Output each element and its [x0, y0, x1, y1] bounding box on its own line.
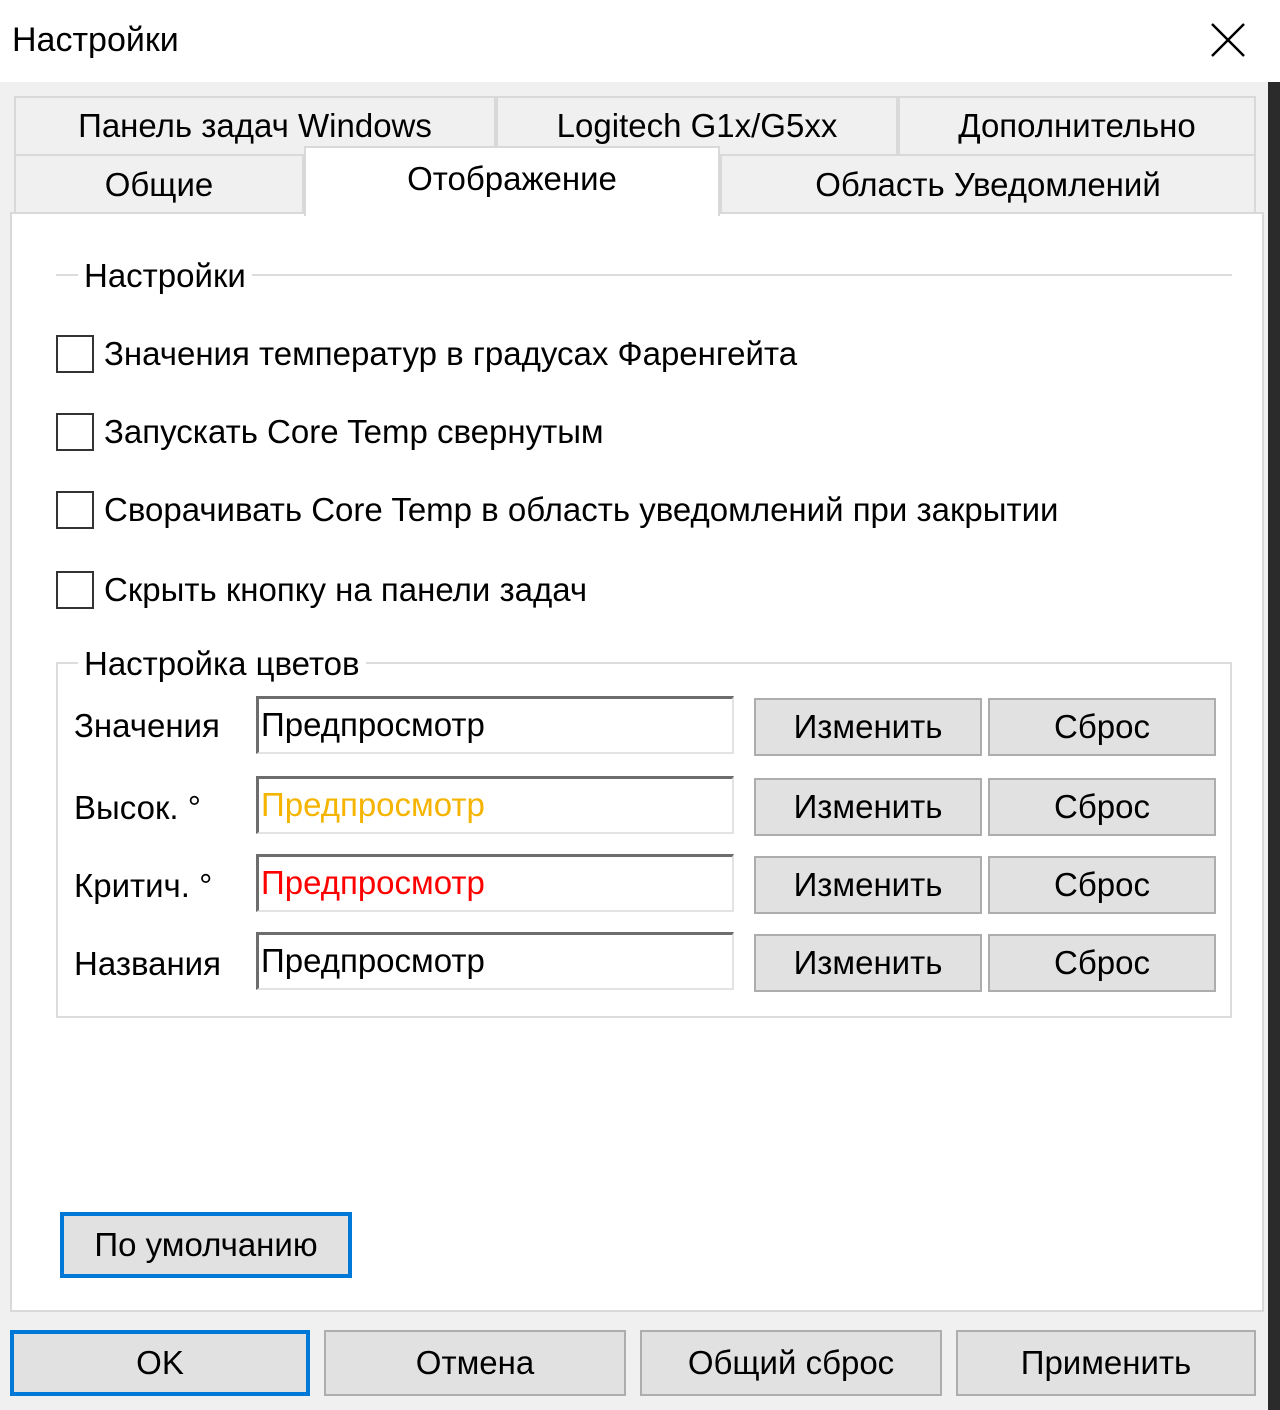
tab-label: Общие [104, 166, 214, 203]
title-bar: Настройки [0, 0, 1280, 82]
checkbox-label: Значения температур в градусах Фаренгейт… [104, 335, 798, 372]
change-button-values[interactable]: Изменить [754, 698, 982, 756]
tab-general[interactable]: Общие [14, 154, 304, 214]
color-label-names: Названия [74, 945, 221, 982]
preview-values: Предпросмотр [256, 696, 734, 754]
checkbox-start-minimized[interactable]: Запускать Core Temp свернутым [56, 410, 604, 454]
checkbox-minimize-to-tray-on-close[interactable]: Сворачивать Core Temp в область уведомле… [56, 488, 1059, 532]
checkbox-box[interactable] [56, 571, 94, 609]
checkbox-box[interactable] [56, 491, 94, 529]
change-button-critical[interactable]: Изменить [754, 856, 982, 914]
tab-label: Logitech G1x/G5xx [556, 107, 838, 144]
checkbox-box[interactable] [56, 335, 94, 373]
reset-button-high[interactable]: Сброс [988, 778, 1216, 836]
tab-label: Дополнительно [958, 107, 1196, 144]
default-button[interactable]: По умолчанию [60, 1212, 352, 1278]
checkbox-box[interactable] [56, 413, 94, 451]
ok-button[interactable]: OK [10, 1330, 310, 1396]
tab-label: Панель задач Windows [78, 107, 432, 144]
color-label-critical: Критич. ° [74, 867, 213, 904]
window-title: Настройки [12, 21, 179, 59]
reset-button-critical[interactable]: Сброс [988, 856, 1216, 914]
change-button-names[interactable]: Изменить [754, 934, 982, 992]
tab-display[interactable]: Отображение [304, 146, 720, 216]
color-group-legend: Настройка цветов [78, 644, 366, 684]
color-label-values: Значения [74, 707, 220, 744]
background-window-edge [1268, 82, 1280, 1410]
change-button-high[interactable]: Изменить [754, 778, 982, 836]
cancel-button[interactable]: Отмена [324, 1330, 626, 1396]
preview-names: Предпросмотр [256, 932, 734, 990]
reset-all-button[interactable]: Общий сброс [640, 1330, 942, 1396]
tab-notification-area[interactable]: Область Уведомлений [720, 154, 1256, 214]
reset-button-values[interactable]: Сброс [988, 698, 1216, 756]
apply-button[interactable]: Применить [956, 1330, 1256, 1396]
close-button[interactable] [1196, 10, 1260, 70]
color-label-high: Высок. ° [74, 789, 201, 826]
tab-label: Отображение [407, 160, 617, 197]
checkbox-label: Сворачивать Core Temp в область уведомле… [104, 491, 1059, 528]
tab-panel-display: Настройки Значения температур в градусах… [10, 212, 1264, 1312]
settings-group-legend: Настройки [78, 256, 252, 296]
checkbox-label: Запускать Core Temp свернутым [104, 413, 604, 450]
tab-advanced[interactable]: Дополнительно [898, 96, 1256, 154]
preview-critical: Предпросмотр [256, 854, 734, 912]
close-icon [1211, 23, 1245, 57]
checkbox-hide-taskbar-button[interactable]: Скрыть кнопку на панели задач [56, 568, 587, 612]
preview-high: Предпросмотр [256, 776, 734, 834]
checkbox-label: Скрыть кнопку на панели задач [104, 571, 588, 608]
tab-label: Область Уведомлений [815, 166, 1161, 203]
checkbox-fahrenheit[interactable]: Значения температур в градусах Фаренгейт… [56, 332, 797, 376]
reset-button-names[interactable]: Сброс [988, 934, 1216, 992]
